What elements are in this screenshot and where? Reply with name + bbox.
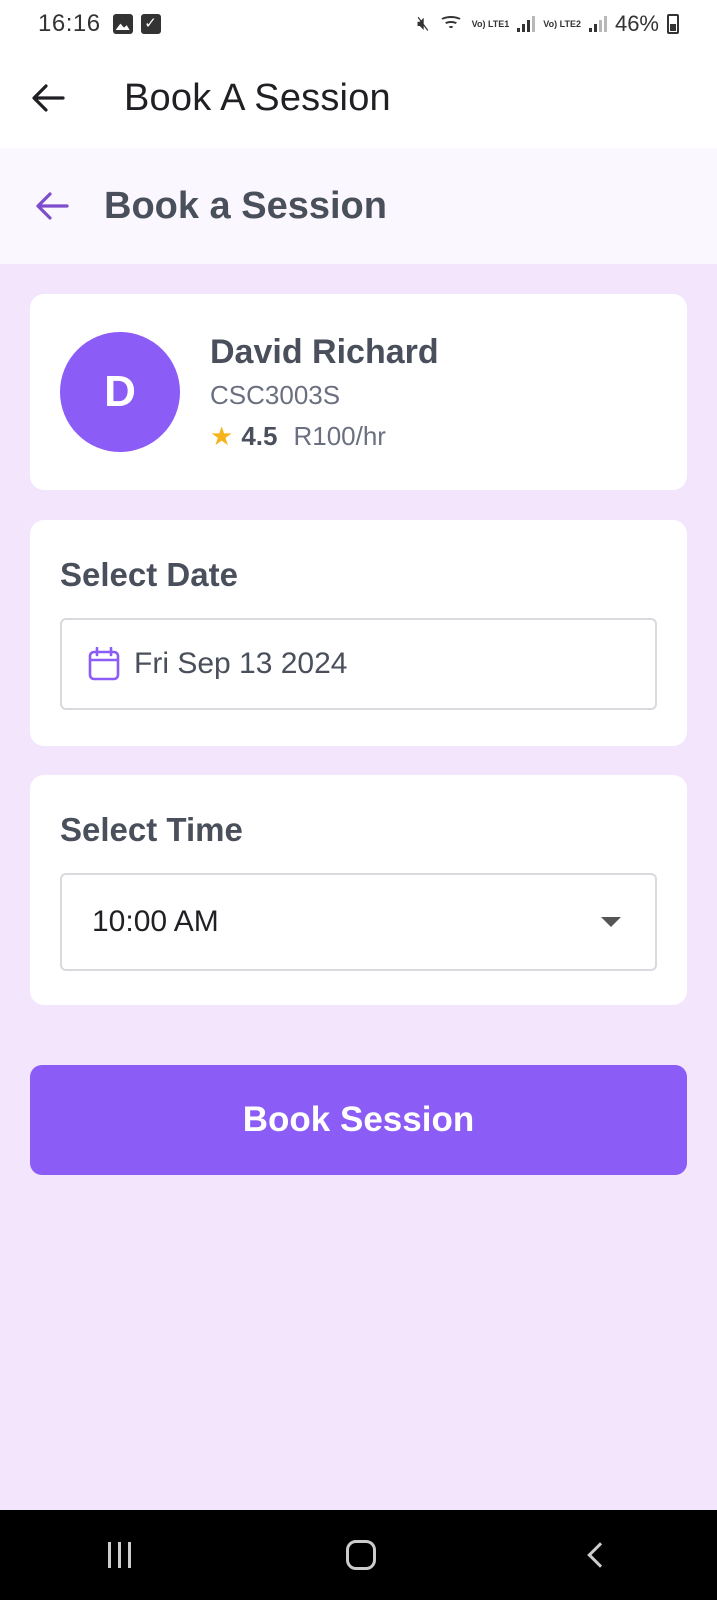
app-title: Book A Session xyxy=(124,76,391,119)
signal-1-icon xyxy=(517,16,536,32)
date-value: Fri Sep 13 2024 xyxy=(134,647,348,680)
gallery-notification-icon xyxy=(112,14,133,34)
mute-icon: 🔇︎ xyxy=(417,12,430,35)
tutor-rating: 4.5 xyxy=(241,420,278,451)
signal-2-icon xyxy=(588,16,607,32)
screen-header: Book a Session xyxy=(0,148,717,264)
dropdown-arrow-icon xyxy=(601,917,621,927)
time-select[interactable]: 10:00 AM xyxy=(60,873,657,971)
app-back-button[interactable] xyxy=(28,78,68,118)
status-indicators: 🔇︎ Vo) LTE1 Vo) LTE2 46% xyxy=(417,11,679,37)
time-value: 10:00 AM xyxy=(92,905,219,938)
star-icon: ★ xyxy=(210,420,234,451)
status-bar: 16:16 🔇︎ Vo) LTE1 Vo) LTE2 46% xyxy=(0,0,717,48)
header-back-button[interactable] xyxy=(30,184,74,228)
recent-apps-button[interactable] xyxy=(107,1542,131,1568)
app-bar: Book A Session xyxy=(0,48,717,148)
status-notification-icons xyxy=(112,14,161,34)
task-notification-icon xyxy=(140,14,161,34)
tutor-card: D David Richard CSC3003S ★ 4.5 R100/hr xyxy=(30,294,687,490)
date-card: Select Date Fri Sep 13 2024 xyxy=(30,520,687,746)
back-arrow-icon xyxy=(36,192,69,220)
network-2-label: Vo) LTE2 xyxy=(543,19,581,29)
tutor-meta: ★ 4.5 R100/hr xyxy=(210,421,439,452)
avatar: D xyxy=(60,332,180,452)
time-card: Select Time 10:00 AM xyxy=(30,775,687,1005)
network-1-label: Vo) LTE1 xyxy=(471,19,510,29)
tutor-info: David Richard CSC3003S ★ 4.5 R100/hr xyxy=(210,333,439,452)
date-picker-field[interactable]: Fri Sep 13 2024 xyxy=(60,618,657,710)
back-arrow-icon xyxy=(32,84,65,112)
page-title: Book a Session xyxy=(104,184,387,227)
tutor-name: David Richard xyxy=(210,332,439,371)
calendar-icon xyxy=(88,647,120,681)
home-button[interactable] xyxy=(345,1540,376,1570)
system-back-button[interactable] xyxy=(587,1542,614,1568)
battery-icon xyxy=(667,14,679,34)
tutor-course: CSC3003S xyxy=(210,379,341,410)
system-nav-bar xyxy=(0,1510,717,1600)
status-time: 16:16 xyxy=(38,10,101,37)
select-time-heading: Select Time xyxy=(60,811,243,848)
wifi-icon xyxy=(438,14,464,34)
book-session-button[interactable]: Book Session xyxy=(30,1065,687,1175)
tutor-rate: R100/hr xyxy=(293,420,386,451)
battery-percentage: 46% xyxy=(614,11,659,36)
select-date-heading: Select Date xyxy=(60,556,238,593)
